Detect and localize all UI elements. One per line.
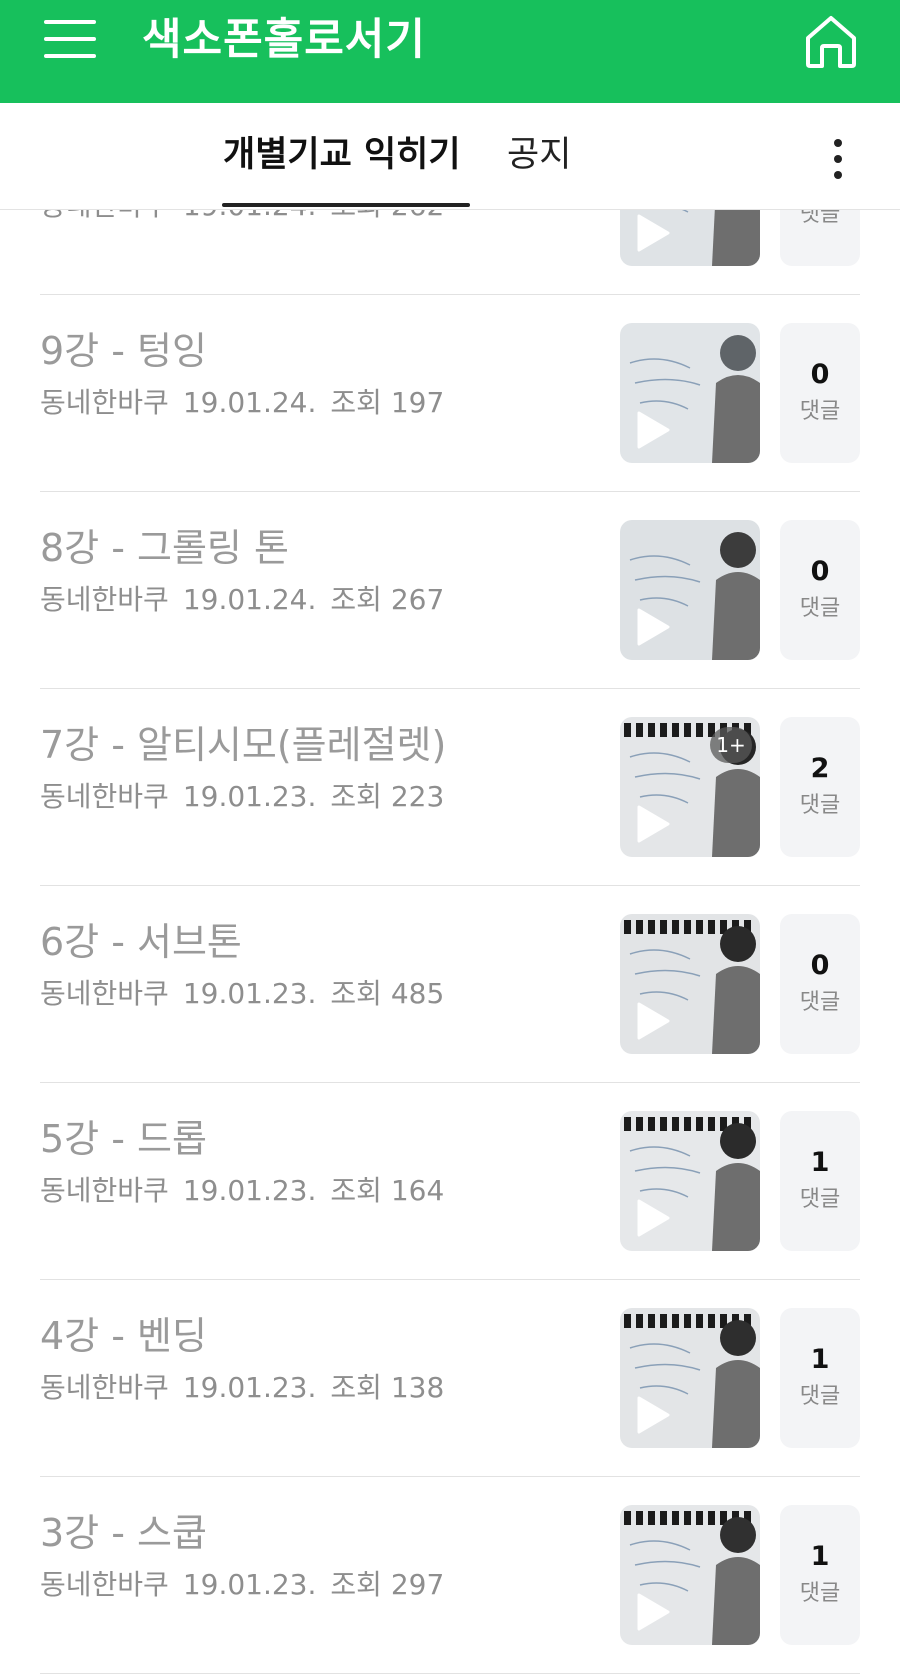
post-meta: 동네한바쿠 19.01.23. 조회 223 <box>40 779 444 815</box>
comment-count-box[interactable]: 0 댓글 <box>780 914 860 1054</box>
post-author: 동네한바쿠 <box>40 1568 169 1601</box>
post-list-item[interactable]: 6강 - 서브톤 동네한바쿠 19.01.23. 조회 485 0 댓글 <box>40 886 860 1083</box>
post-date: 19.01.23. <box>182 1174 317 1207</box>
post-title[interactable]: 6강 - 서브톤 <box>40 918 242 966</box>
video-thumbnail[interactable] <box>620 323 760 463</box>
video-thumbnail[interactable] <box>620 520 760 660</box>
post-list-item[interactable]: 9강 - 텅잉 동네한바쿠 19.01.24. 조회 197 0 댓글 <box>40 295 860 492</box>
comment-label: 댓글 <box>799 399 841 424</box>
post-views: 조회 267 <box>330 583 445 616</box>
post-meta: 동네한바쿠 19.01.23. 조회 297 <box>40 1567 444 1603</box>
tab-notice[interactable]: 공지 <box>507 131 571 179</box>
comment-count: 1 <box>810 1344 830 1375</box>
post-views: 조회 138 <box>330 1371 445 1404</box>
app-title: 색소폰홀로서기 <box>142 15 426 65</box>
video-thumbnail[interactable] <box>620 914 760 1054</box>
comment-label: 댓글 <box>799 990 841 1015</box>
comment-count-box[interactable]: 0 댓글 <box>780 520 860 660</box>
comment-count: 1 <box>810 1147 830 1178</box>
active-tab-indicator <box>222 203 470 207</box>
post-meta: 동네한바쿠 19.01.23. 조회 138 <box>40 1370 444 1406</box>
post-list-item[interactable]: 4강 - 벤딩 동네한바쿠 19.01.23. 조회 138 1 댓글 <box>40 1280 860 1477</box>
video-thumbnail[interactable]: 1+ <box>620 717 760 857</box>
play-icon <box>637 805 670 843</box>
post-views: 조회 223 <box>330 780 445 813</box>
video-thumbnail[interactable] <box>620 1308 760 1448</box>
comment-count: 1 <box>810 1541 830 1572</box>
post-author: 동네한바쿠 <box>40 780 169 813</box>
comment-count-box[interactable]: 0 댓글 <box>780 323 860 463</box>
play-icon <box>637 1199 670 1237</box>
comment-count-box[interactable]: 1 댓글 <box>780 1308 860 1448</box>
play-icon <box>637 1593 670 1631</box>
post-views: 조회 485 <box>330 977 445 1010</box>
post-meta: 동네한바쿠 19.01.24. 조회 197 <box>40 385 444 421</box>
post-title[interactable]: 7강 - 알티시모(플레절렛) <box>40 721 446 769</box>
video-thumbnail[interactable] <box>620 1505 760 1645</box>
comment-count: 0 <box>810 950 830 981</box>
post-date: 19.01.23. <box>182 977 317 1010</box>
comment-label: 댓글 <box>799 596 841 621</box>
video-thumbnail[interactable] <box>620 1111 760 1251</box>
post-list-item[interactable]: 7강 - 알티시모(플레절렛) 동네한바쿠 19.01.23. 조회 223 1+ <box>40 689 860 886</box>
comment-count: 0 <box>810 359 830 390</box>
post-author: 동네한바쿠 <box>40 583 169 616</box>
post-author: 동네한바쿠 <box>40 977 169 1010</box>
post-meta: 동네한바쿠 19.01.24. 조회 267 <box>40 582 444 618</box>
tab-techniques[interactable]: 개별기교 익히기 <box>223 131 461 179</box>
post-title[interactable]: 8강 - 그롤링 톤 <box>40 524 289 572</box>
more-vertical-icon[interactable] <box>828 135 848 183</box>
post-title[interactable]: 5강 - 드롭 <box>40 1115 207 1163</box>
post-date: 19.01.23. <box>182 1371 317 1404</box>
post-list-item[interactable]: 5강 - 드롭 동네한바쿠 19.01.23. 조회 164 1 댓글 <box>40 1083 860 1280</box>
play-icon <box>637 1396 670 1434</box>
play-icon <box>637 411 670 449</box>
post-author: 동네한바쿠 <box>40 386 169 419</box>
comment-label: 댓글 <box>799 793 841 818</box>
play-icon <box>637 608 670 646</box>
post-title[interactable]: 3강 - 스쿱 <box>40 1509 207 1557</box>
post-meta: 동네한바쿠 19.01.23. 조회 485 <box>40 976 444 1012</box>
image-count-badge: 1+ <box>710 727 752 763</box>
post-views: 조회 197 <box>330 386 445 419</box>
app-bar: 색소폰홀로서기 <box>0 0 900 103</box>
hamburger-menu-icon[interactable] <box>44 18 96 60</box>
post-date: 19.01.23. <box>182 1568 317 1601</box>
post-date: 19.01.24. <box>182 386 317 419</box>
post-date: 19.01.24. <box>182 583 317 616</box>
comment-count-box[interactable]: 1 댓글 <box>780 1505 860 1645</box>
post-meta: 동네한바쿠 19.01.23. 조회 164 <box>40 1173 444 1209</box>
play-icon <box>637 1002 670 1040</box>
post-list-item[interactable]: 8강 - 그롤링 톤 동네한바쿠 19.01.24. 조회 267 0 댓글 <box>40 492 860 689</box>
post-list-item[interactable]: 3강 - 스쿱 동네한바쿠 19.01.23. 조회 297 1 댓글 <box>40 1477 860 1674</box>
post-views: 조회 297 <box>330 1568 445 1601</box>
post-title[interactable]: 4강 - 벤딩 <box>40 1312 207 1360</box>
comment-label: 댓글 <box>799 1187 841 1212</box>
post-views: 조회 164 <box>330 1174 445 1207</box>
post-author: 동네한바쿠 <box>40 1174 169 1207</box>
comment-label: 댓글 <box>799 1581 841 1606</box>
comment-label: 댓글 <box>799 1384 841 1409</box>
play-icon <box>637 214 670 252</box>
post-date: 19.01.23. <box>182 780 317 813</box>
comment-count: 0 <box>810 556 830 587</box>
post-title[interactable]: 9강 - 텅잉 <box>40 327 207 375</box>
comment-count-box[interactable]: 1 댓글 <box>780 1111 860 1251</box>
tab-bar: 개별기교 익히기 공지 <box>0 103 900 210</box>
post-author: 동네한바쿠 <box>40 1371 169 1404</box>
home-icon[interactable] <box>800 10 862 72</box>
comment-count: 2 <box>810 753 830 784</box>
comment-count-box[interactable]: 2 댓글 <box>780 717 860 857</box>
